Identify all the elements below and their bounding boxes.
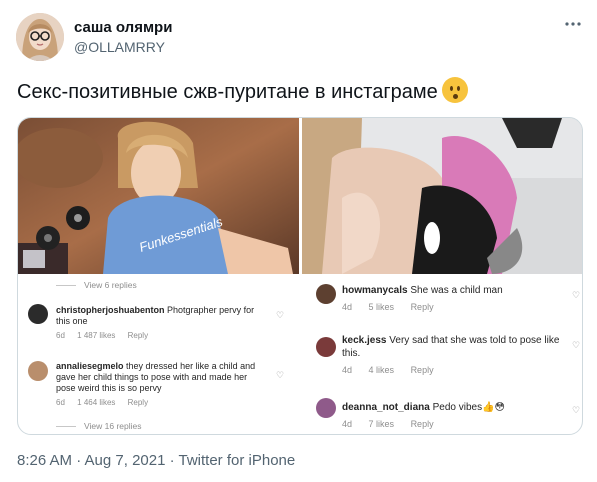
tweet-text: Секс-позитивные сжв-пуритане в инстаграм… — [17, 77, 468, 104]
heart-icon[interactable]: ♡ — [572, 405, 580, 416]
comment-meta: 4d 5 likes Reply — [342, 302, 434, 312]
right-photo — [302, 118, 582, 274]
commenter-avatar[interactable] — [316, 284, 336, 304]
reply-button[interactable]: Reply — [411, 365, 434, 375]
left-photo: Funkessentials — [18, 118, 299, 274]
heart-icon[interactable]: ♡ — [276, 370, 284, 381]
comment-meta: 4d 4 likes Reply — [342, 365, 434, 375]
comment-text: annaliesegmelo they dressed her like a c… — [56, 361, 256, 393]
comment-meta: 4d 7 likes Reply — [342, 419, 434, 429]
hushed-face-emoji — [441, 77, 468, 103]
display-name[interactable]: саша олямри — [74, 19, 172, 36]
view-replies-top[interactable]: View 6 replies — [56, 280, 137, 290]
reply-button[interactable]: Reply — [411, 419, 434, 429]
view-replies-bottom[interactable]: View 16 replies — [56, 421, 142, 431]
comment-username[interactable]: christopherjoshuabenton — [56, 305, 165, 315]
comment-text: keck.jess Very sad that she was told to … — [342, 335, 560, 359]
heart-icon[interactable]: ♡ — [572, 290, 580, 301]
comment-text: deanna_not_diana Pedo vibes👍😳 — [342, 402, 505, 413]
tweet-timestamp[interactable]: 8:26 AM · Aug 7, 2021 · Twitter for iPho… — [17, 452, 295, 469]
tweet-media[interactable]: Funkessentials View 6 replies christophe… — [17, 117, 583, 435]
comment-username[interactable]: howmanycals — [342, 285, 408, 296]
reply-button[interactable]: Reply — [128, 331, 148, 340]
user-handle[interactable]: @OLLAMRRY — [74, 39, 165, 55]
commenter-avatar[interactable] — [316, 337, 336, 357]
comment-username[interactable]: annaliesegmelo — [56, 361, 124, 371]
commenter-avatar[interactable] — [28, 304, 48, 324]
comment-text: christopherjoshuabenton Photgrapher perv… — [56, 305, 255, 326]
heart-icon[interactable]: ♡ — [276, 310, 284, 321]
heart-icon[interactable]: ♡ — [572, 340, 580, 351]
commenter-avatar[interactable] — [316, 398, 336, 418]
author-avatar[interactable] — [16, 13, 64, 61]
left-screenshot[interactable]: Funkessentials View 6 replies christophe… — [18, 118, 301, 434]
more-icon[interactable] — [564, 14, 582, 32]
comment-meta: 6d 1 464 likes Reply — [56, 398, 149, 407]
tweet-header: саша олямри @OLLAMRRY — [16, 8, 586, 64]
commenter-avatar[interactable] — [28, 361, 48, 381]
right-screenshot[interactable]: howmanycals She was a child man ♡ 4d 5 l… — [302, 118, 582, 434]
tweet-body: Секс-позитивные сжв-пуритане в инстаграм… — [17, 81, 438, 103]
comment-meta: 6d 1 487 likes Reply — [56, 331, 149, 340]
comment-username[interactable]: deanna_not_diana — [342, 402, 430, 413]
reply-button[interactable]: Reply — [411, 302, 434, 312]
reply-button[interactable]: Reply — [128, 398, 148, 407]
comment-text: howmanycals She was a child man — [342, 285, 503, 296]
comment-username[interactable]: keck.jess — [342, 335, 387, 346]
